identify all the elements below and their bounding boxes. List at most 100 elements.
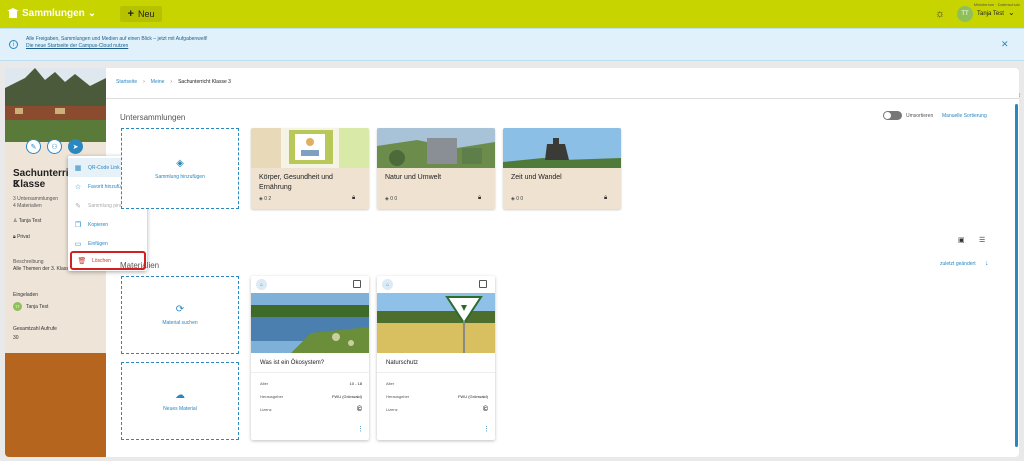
select-checkbox[interactable] [479, 280, 487, 288]
meta-row-age: Alter [386, 381, 488, 386]
info-icon: i [9, 40, 18, 49]
material-count: 4 Materialien [13, 203, 42, 209]
meta-value: FWU (Grünwald) [457, 394, 488, 399]
collection-card[interactable]: Körper, Gesundheit und Ernährung ◈ 0 2 🔒… [251, 128, 369, 209]
more-vertical-icon[interactable]: ⋮ [483, 425, 490, 433]
more-vertical-icon[interactable]: ⋮ [357, 425, 364, 433]
material-card[interactable]: ⌂ Naturschutz Alter Herausgeber FWU (Grün… [377, 276, 495, 440]
description-label: Beschreibung [13, 259, 44, 265]
meta-label: Lizenz [260, 407, 272, 412]
breadcrumb: Startseite › Meine › Sachunterricht Klas… [116, 79, 231, 85]
subcollections-heading: Untersammlungen [120, 113, 186, 122]
card-meta: ◈ 0 0 [385, 196, 397, 202]
collection-card[interactable]: Natur und Umwelt ◈ 0 0 🔒︎ [377, 128, 495, 209]
card-meta-counts: 0 2 [264, 196, 272, 202]
lock-icon: 🔒︎ [478, 195, 482, 201]
banner-link[interactable]: Die neue Startseite der Campus-Cloud nut… [26, 43, 128, 49]
plus-icon: + [127, 8, 134, 20]
content-frame: ✎ ⚇ ➤ Sachunterricht Klasse 3 3 Untersam… [5, 68, 1019, 457]
sidebar-color-block [5, 353, 106, 457]
material-image [377, 293, 495, 353]
new-button-label: Neu [137, 9, 155, 19]
top-bar: Sammlungen ⌄ + Neu ☼ Ministerium · Daten… [0, 0, 1024, 28]
visibility-label: Privat [17, 234, 30, 240]
breadcrumb-home[interactable]: Startseite [116, 79, 137, 85]
scrollbar[interactable] [1015, 104, 1018, 447]
new-material-button[interactable]: ☁ Neues Material [121, 362, 239, 440]
card-meta: ◈ 0 0 [511, 196, 523, 202]
add-collection-label: Sammlung hinzufügen [155, 173, 205, 180]
material-image [251, 293, 369, 353]
divider [251, 372, 369, 373]
invited-name: Tanja Test [26, 304, 49, 310]
collection-cover-image [5, 68, 106, 142]
menu-item-label: Kopieren [88, 221, 109, 228]
pin-icon[interactable]: ⌂ [382, 279, 393, 290]
banner-text: Alle Freigaben, Sammlungen und Medien au… [26, 36, 208, 42]
layers-icon: ◈ [176, 157, 184, 169]
meta-label: Alter [260, 381, 269, 386]
select-checkbox[interactable] [353, 280, 361, 288]
main-content: Startseite › Meine › Sachunterricht Klas… [106, 68, 1019, 457]
invited-avatar: TT [13, 302, 22, 311]
pin-icon[interactable]: ⌂ [256, 279, 267, 290]
material-title: Naturschutz [386, 360, 419, 366]
new-button[interactable]: + Neu [120, 6, 162, 22]
meta-value: 10 - 18 [349, 381, 362, 386]
star-icon: ☆ [74, 183, 82, 191]
cloud-upload-icon: ☁ [175, 390, 185, 401]
card-meta: ◈ 0 2 [259, 196, 271, 202]
meta-label: Lizenz [386, 407, 398, 412]
collection-card[interactable]: Zeit und Wandel ◈ 0 0 🔒︎ [503, 128, 621, 209]
reorder-toggle[interactable] [883, 111, 902, 120]
material-card[interactable]: ⌂ Was ist ein Ökosystem? Alter 10 - 18 He… [251, 276, 369, 440]
breadcrumb-chevron-icon: › [143, 79, 145, 85]
materials-heading: Materialien [120, 261, 160, 270]
lock-icon: 🔒︎ [352, 195, 356, 201]
user-chevron-down-icon[interactable]: ⌄ [1008, 8, 1015, 17]
collections-menu[interactable]: Sammlungen ⌄ [22, 8, 96, 19]
divider [377, 372, 495, 373]
invited-label: Eingeladen [13, 292, 39, 298]
pin-icon: ✎ [75, 202, 81, 210]
meta-row-age: Alter 10 - 18 [260, 381, 362, 386]
meta-label: Herausgeber [260, 394, 284, 399]
owner: ♙ Tanja Test [13, 218, 41, 224]
sort-link[interactable]: zuletzt geändert [940, 261, 976, 267]
copyright-icon: © [482, 406, 488, 413]
collection-title-cont: 3 [13, 179, 19, 190]
card-title: Zeit und Wandel [511, 174, 562, 181]
breadcrumb-mine[interactable]: Meine [151, 79, 165, 85]
user-avatar[interactable]: TT [957, 6, 973, 22]
chevron-down-icon: ⌄ [87, 8, 97, 19]
copy-icon: ❐ [74, 221, 82, 229]
collections-menu-label: Sammlungen [22, 8, 85, 19]
breadcrumb-current: Sachunterricht Klasse 3 [178, 79, 231, 85]
grid-view-icon[interactable]: ▣ [958, 236, 965, 244]
owner-name: Tanja Test [18, 218, 42, 224]
arrow-down-icon[interactable]: ↓ [985, 260, 989, 267]
description: Alle Themen der 3. Klasse [13, 266, 72, 272]
user-name[interactable]: Tanja Test [977, 11, 1004, 17]
views-label: Gesamtzahl Aufrufe [13, 326, 57, 332]
cover-illustration [5, 68, 106, 142]
close-icon[interactable]: ✕ [1001, 39, 1009, 50]
refresh-icon: ⟳ [175, 304, 185, 315]
share-users-icon[interactable]: ⚇ [47, 139, 62, 154]
list-view-icon[interactable]: ☰ [979, 236, 985, 244]
theme-sun-icon[interactable]: ☼ [935, 8, 945, 20]
more-pointer-icon[interactable]: ➤ [68, 139, 83, 154]
search-material-button[interactable]: ⟳ Material suchen [121, 276, 239, 354]
meta-row-license: Lizenz © [386, 406, 488, 413]
visibility: 🔒︎ Privat [13, 234, 30, 240]
copyright-icon: © [356, 406, 362, 413]
card-image [377, 128, 495, 168]
qr-icon: ▦ [74, 164, 82, 172]
search-material-label: Material suchen [162, 320, 198, 326]
meta-label: Herausgeber [386, 394, 410, 399]
manual-sort-link[interactable]: Manuelle Sortierung [942, 113, 987, 119]
edit-pencil-icon[interactable]: ✎ [26, 139, 41, 154]
card-meta-counts: 0 0 [390, 196, 398, 202]
views-count: 30 [13, 335, 19, 341]
add-collection-button[interactable]: ◈ Sammlung hinzufügen [121, 128, 239, 209]
